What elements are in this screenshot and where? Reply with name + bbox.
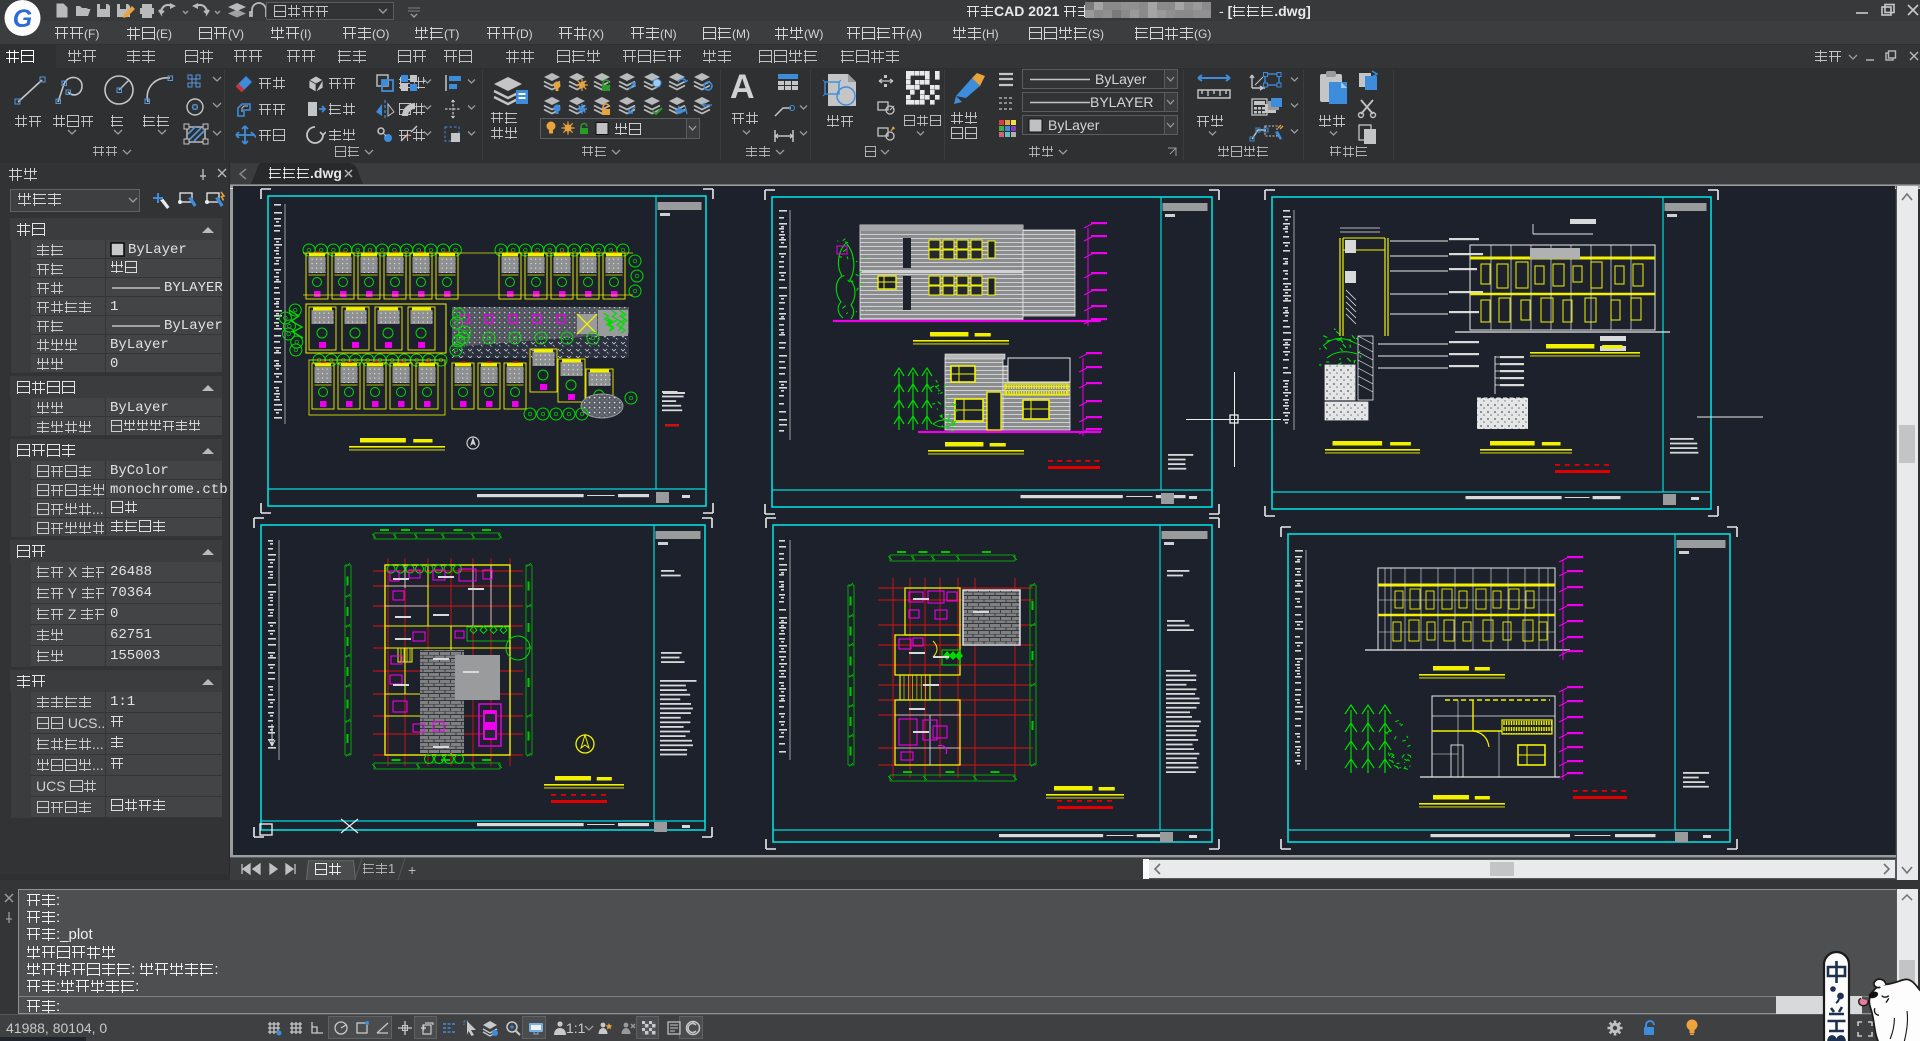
svg-text:G: G	[13, 5, 32, 33]
